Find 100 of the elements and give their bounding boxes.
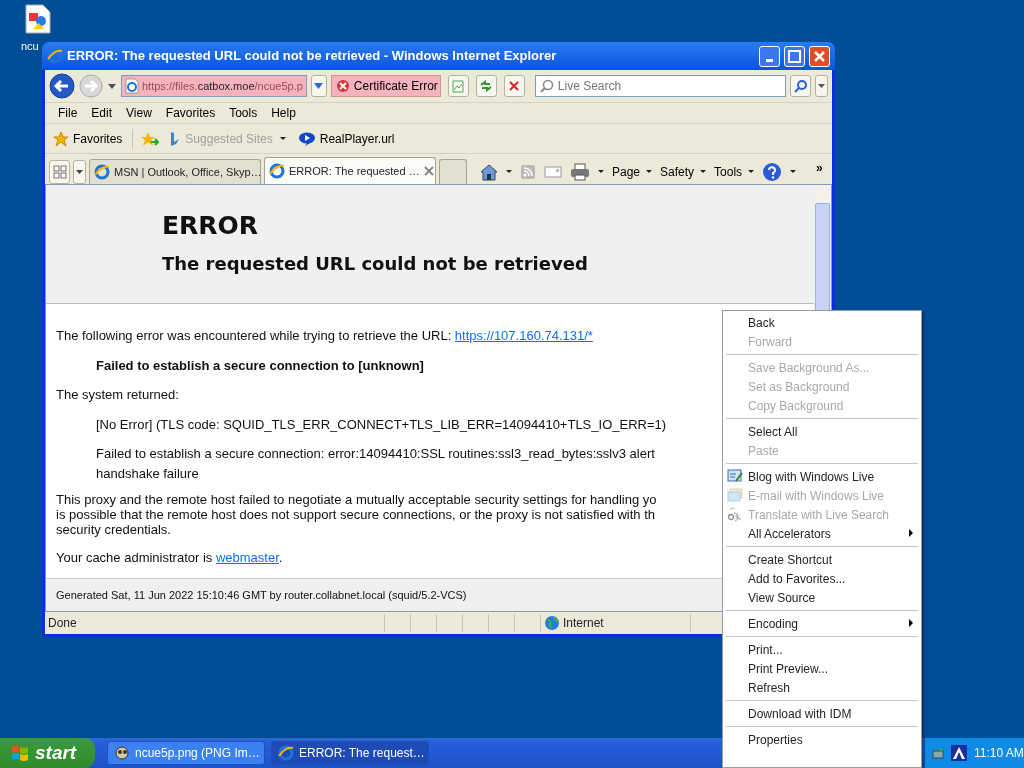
command-menu-button[interactable]: Page (612, 162, 653, 181)
close-button[interactable] (809, 45, 830, 67)
address-field[interactable]: https://files.catbox.moe/ncue5p.p (121, 75, 307, 97)
page-heading: ERROR (162, 211, 260, 241)
system-error-text: Failed to establish a secure connection: error:14094410:SSL routines:ssl3_read_bytes:sslv3 alert handshake failure (95, 445, 656, 483)
email-icon (727, 488, 743, 503)
refresh-button[interactable] (475, 75, 497, 97)
caret-icon (314, 83, 324, 89)
browser-icon (47, 48, 63, 64)
browser-icon (278, 745, 294, 761)
image-file-icon (25, 4, 51, 34)
context-menu-item[interactable]: Refresh (723, 678, 921, 697)
context-menu-item[interactable]: Encoding (723, 614, 921, 633)
page-icon (125, 78, 139, 94)
printer-icon[interactable] (570, 162, 590, 181)
more-commands-button[interactable]: » (816, 159, 823, 177)
explanation-text: This proxy and the remote host failed to negotiate a mutually acceptable security settings for handling yo is possible that the remote host does not support secure connections, or the proxy is not satisfied with th security credentials. (56, 493, 657, 538)
dropdown-caret-icon (279, 137, 286, 140)
caret-icon (76, 170, 83, 174)
security-zone-text: Internet (563, 615, 604, 632)
page-subheading: The requested URL could not be retrieved (162, 253, 589, 275)
caret-icon (700, 170, 707, 173)
context-menu-item[interactable]: All Accelerators (723, 524, 921, 543)
context-menu-item[interactable]: Print... (723, 640, 921, 659)
search-button[interactable] (790, 75, 811, 97)
minimize-icon (766, 59, 773, 62)
menu-item[interactable]: File (51, 104, 85, 122)
context-menu-item[interactable]: Download with IDM (723, 704, 921, 723)
maximize-button[interactable] (784, 45, 805, 67)
clock: 11:10 AM (974, 745, 1024, 762)
search-options-button[interactable] (815, 75, 828, 97)
star-icon (53, 130, 69, 147)
windows-logo-icon (10, 743, 30, 763)
browser-tab[interactable]: ERROR: The requested … (264, 157, 436, 184)
dropdown-caret-icon (598, 170, 604, 173)
browser-icon (94, 164, 110, 180)
window-title: ERROR: The requested URL could not be retrieved - Windows Internet Explorer (67, 47, 558, 66)
command-menu-button[interactable]: Tools (714, 162, 755, 181)
status-text: Done (47, 615, 78, 632)
search-icon (793, 79, 808, 93)
caret-icon (748, 170, 755, 173)
globe-icon (544, 615, 560, 631)
submenu-arrow-icon (909, 529, 913, 537)
grid-icon (52, 165, 67, 179)
failure-message: Failed to establish a secure connection to [unknown] (95, 356, 424, 375)
favorites-button[interactable]: Favorites (51, 129, 125, 148)
context-menu-item[interactable]: Properties (723, 730, 921, 749)
webmaster-link[interactable]: webmaster (215, 550, 279, 565)
context-menu-item[interactable]: Create Shortcut (723, 550, 921, 569)
tab-list-button[interactable] (73, 160, 86, 184)
dropdown-caret-icon (790, 170, 797, 173)
help-icon[interactable] (762, 161, 783, 182)
error-icon (335, 79, 350, 93)
translate-icon (727, 507, 743, 523)
menu-item[interactable]: Help (264, 104, 303, 122)
tray-app-icon[interactable] (951, 745, 967, 761)
system-error-text: [No Error] (TLS code: SQUID_TLS_ERR_CONNECT+TLS_LIB_ERR=14094410+TLS_IO_ERR=1) (95, 415, 667, 434)
context-menu-item[interactable]: Add to Favorites... (723, 569, 921, 588)
command-menu-button[interactable]: Safety (660, 162, 707, 181)
favorites-link[interactable]: RealPlayer.url (295, 129, 397, 148)
minimize-button[interactable] (759, 45, 780, 67)
dropdown-caret-icon (506, 170, 512, 173)
stop-button[interactable] (503, 75, 525, 97)
menu-item[interactable]: Tools (222, 104, 265, 122)
close-icon (812, 48, 827, 64)
error-message: The following error was encountered while trying to retrieve the URL: https://107.160.74.131/* (56, 327, 593, 346)
address-text: https://files.catbox.moe/ncue5p.p (142, 78, 303, 94)
home-icon[interactable] (480, 162, 498, 181)
add-favorite-icon[interactable] (141, 130, 160, 147)
address-dropdown-button[interactable] (310, 75, 327, 97)
context-menu-item[interactable]: Print Preview... (723, 659, 921, 678)
b-logo-icon (169, 130, 182, 147)
context-menu-item[interactable]: Select All (723, 422, 921, 441)
menu-item[interactable]: View (119, 104, 159, 122)
browser-icon (269, 163, 285, 179)
desktop-icon-label: ncu (21, 39, 39, 54)
maximize-icon (787, 48, 802, 64)
close-tab-icon[interactable] (423, 166, 434, 176)
menu-item[interactable]: Edit (84, 104, 120, 122)
context-menu-item[interactable]: Blog with Windows Live (723, 467, 921, 486)
dropdown-caret-icon[interactable] (107, 82, 117, 90)
taskbar-button[interactable]: ncue5p.png (PNG Im… (107, 741, 265, 765)
admin-text: Your cache administrator is webmaster. (56, 549, 283, 567)
taskbar-button[interactable]: ERROR: The request… (271, 741, 429, 765)
search-icon (539, 79, 554, 93)
submenu-arrow-icon (909, 619, 913, 627)
system-returned-label: The system returned: (56, 386, 179, 405)
search-field[interactable]: Live Search (534, 75, 786, 97)
caret-icon (646, 170, 653, 173)
menu-item[interactable]: Favorites (158, 104, 223, 122)
blog-icon (727, 469, 743, 484)
start-button[interactable]: start (0, 738, 95, 768)
context-menu-item[interactable]: View Source (723, 588, 921, 607)
certificate-error-button[interactable]: Certificate Error (330, 75, 441, 97)
speech-bubble-icon (297, 131, 316, 146)
url-link[interactable]: https://107.160.74.131/* (454, 328, 593, 344)
image-viewer-icon (114, 745, 130, 761)
context-menu-item[interactable]: Back (723, 313, 921, 332)
caret-icon (818, 84, 825, 88)
browser-tab[interactable]: MSN | Outlook, Office, Skyp… (89, 159, 261, 184)
